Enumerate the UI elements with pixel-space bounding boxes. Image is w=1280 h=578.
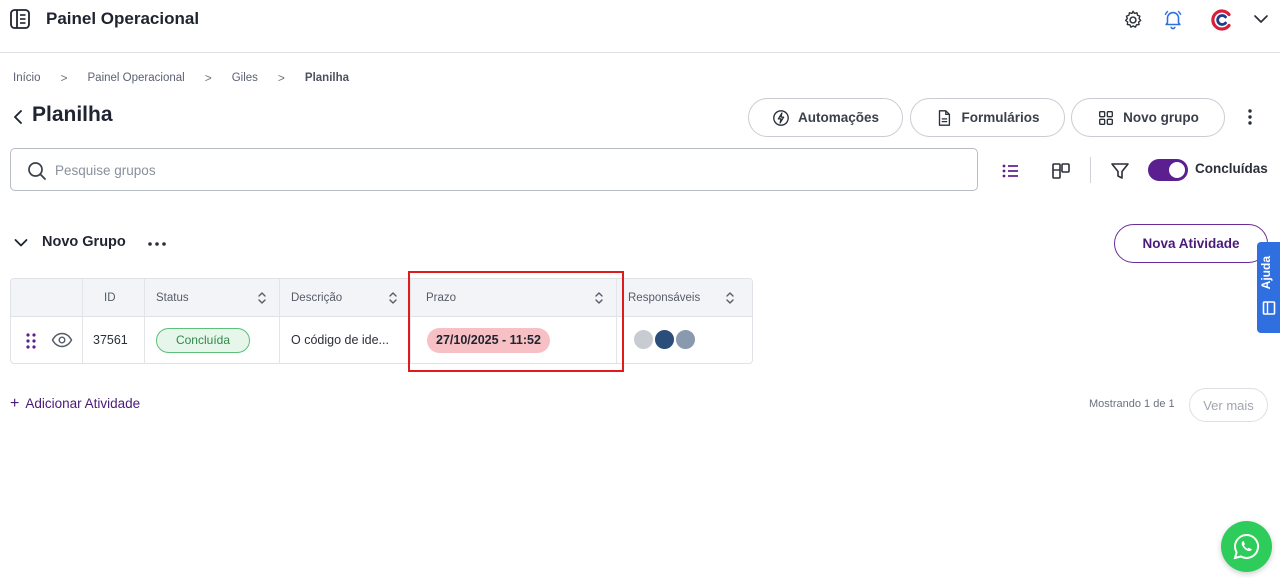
forms-label: Formulários <box>961 110 1040 125</box>
avatar[interactable] <box>633 329 654 350</box>
help-book-icon <box>1262 301 1276 315</box>
sidebar-toggle-icon[interactable] <box>9 8 31 30</box>
column-header-label: ID <box>104 292 116 304</box>
cell-status[interactable]: Concluída <box>156 317 279 363</box>
toggle-knob <box>1169 162 1185 178</box>
group-name[interactable]: Novo Grupo <box>42 234 126 250</box>
top-bar: Painel Operacional <box>0 0 1280 53</box>
pagination-status: Mostrando 1 de 1 <box>1089 398 1175 410</box>
sort-icon[interactable] <box>257 291 267 305</box>
help-tab[interactable]: Ajuda <box>1257 242 1280 333</box>
completed-toggle-label: Concluídas <box>1195 161 1268 176</box>
breadcrumb-item-giles[interactable]: Giles <box>232 72 258 84</box>
breadcrumb-separator: > <box>204 71 212 85</box>
activities-table: ID Status Descrição Prazo Responsáveis 3… <box>10 278 753 364</box>
drag-handle-icon[interactable] <box>25 332 37 350</box>
help-label: Ajuda <box>1259 256 1273 290</box>
column-header-status[interactable]: Status <box>145 279 279 317</box>
search-box <box>10 148 978 191</box>
add-activity-link[interactable]: + Adicionar Atividade <box>10 394 141 412</box>
see-more-button[interactable]: Ver mais <box>1189 388 1268 422</box>
whatsapp-icon <box>1233 533 1260 560</box>
breadcrumb: Início > Painel Operacional > Giles > Pl… <box>13 71 349 85</box>
avatar[interactable] <box>675 329 696 350</box>
search-input[interactable] <box>55 157 955 183</box>
lightning-icon <box>773 109 789 126</box>
chevron-down-icon[interactable] <box>1252 12 1270 26</box>
new-group-button[interactable]: Novo grupo <box>1071 98 1225 137</box>
page-title: Planilha <box>32 103 113 126</box>
eye-icon[interactable] <box>51 332 73 348</box>
plus-icon: + <box>10 394 20 412</box>
deadline-highlight-box <box>408 271 624 372</box>
status-badge[interactable]: Concluída <box>156 327 250 353</box>
more-vertical-icon[interactable] <box>1241 107 1259 127</box>
completed-toggle[interactable] <box>1148 159 1188 181</box>
document-icon <box>939 109 951 126</box>
new-activity-button[interactable]: Nova Atividade <box>1114 224 1268 263</box>
automations-label: Automações <box>797 110 880 125</box>
toolbar-divider <box>1090 157 1091 183</box>
automations-button[interactable]: Automações <box>748 98 903 137</box>
breadcrumb-item-painel[interactable]: Painel Operacional <box>88 72 185 84</box>
search-icon <box>28 162 46 180</box>
more-horizontal-icon[interactable] <box>146 234 168 252</box>
breadcrumb-current: Planilha <box>304 72 350 84</box>
cell-id: 37561 <box>93 333 128 347</box>
cell-description[interactable]: O código de ide... <box>291 317 409 363</box>
column-header-description[interactable]: Descrição <box>280 279 410 317</box>
column-header-label: Responsáveis <box>628 292 701 304</box>
cell-assignees[interactable] <box>617 317 747 363</box>
kanban-view-icon[interactable] <box>1050 160 1072 182</box>
whatsapp-button[interactable] <box>1221 521 1272 572</box>
grid-icon <box>1099 110 1114 125</box>
new-group-label: Novo grupo <box>1123 110 1199 125</box>
app-title: Painel Operacional <box>46 9 200 28</box>
table-header: ID Status Descrição Prazo Responsáveis <box>11 279 752 317</box>
filter-icon[interactable] <box>1109 160 1131 182</box>
back-arrow-icon[interactable] <box>10 108 26 126</box>
sort-icon[interactable] <box>388 291 398 305</box>
sort-icon[interactable] <box>725 291 735 305</box>
brand-logo-icon[interactable] <box>1210 8 1234 32</box>
column-header-assignees[interactable]: Responsáveis <box>617 279 747 317</box>
list-view-icon[interactable] <box>1000 160 1022 182</box>
gear-icon[interactable] <box>1122 9 1144 31</box>
group-collapse-chevron-icon[interactable] <box>13 236 29 250</box>
avatar[interactable] <box>654 329 675 350</box>
breadcrumb-separator: > <box>277 71 285 85</box>
breadcrumb-separator: > <box>60 71 68 85</box>
forms-button[interactable]: Formulários <box>910 98 1065 137</box>
bell-icon[interactable] <box>1162 8 1184 30</box>
column-header-label: Status <box>156 292 189 304</box>
breadcrumb-item-inicio[interactable]: Início <box>13 72 41 84</box>
table-row[interactable]: 37561 Concluída O código de ide... 27/10… <box>11 317 752 363</box>
column-header-label: Descrição <box>291 292 343 304</box>
add-activity-label: Adicionar Atividade <box>25 396 141 411</box>
